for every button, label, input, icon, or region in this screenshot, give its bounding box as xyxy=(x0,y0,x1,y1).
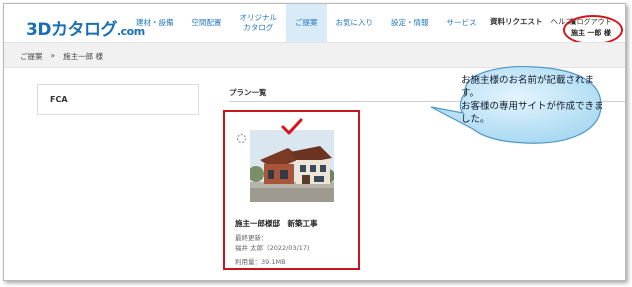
nav-favorites[interactable]: お気に入り xyxy=(327,4,383,42)
plan-list-title: プラン一覧 xyxy=(229,88,267,97)
plan-thumbnail[interactable] xyxy=(250,130,334,202)
breadcrumb: ご提案 » 施主一郎 様 xyxy=(20,51,103,62)
checkmark-icon xyxy=(281,118,303,135)
nav-services[interactable]: サービス xyxy=(438,4,486,42)
plan-updated-label: 最終更新： xyxy=(235,234,268,242)
screenshot-frame: 3Dカタログ.com 建材・設備 空間配置 オリジナル カタログ ご提案 お気に… xyxy=(3,3,626,281)
nav-space-layout[interactable]: 空間配置 xyxy=(183,4,231,42)
house-image xyxy=(250,130,334,202)
breadcrumb-separator: » xyxy=(50,51,56,60)
plan-name[interactable]: 施主一郎様邸 新築工事 xyxy=(235,218,318,229)
annotation-user-circle xyxy=(563,15,623,45)
plan-usage: 利用量：39.1MB xyxy=(235,258,286,266)
callout-text: お施主様のお名前が記載されます。 お客様の専用サイトが作成できました。 xyxy=(461,75,604,125)
main-nav: 建材・設備 空間配置 オリジナル カタログ ご提案 お気に入り 設定・情報 サー… xyxy=(127,4,486,42)
top-header: 3Dカタログ.com 建材・設備 空間配置 オリジナル カタログ ご提案 お気に… xyxy=(4,4,625,45)
plan-updated-value: 福井 太郎（2022/03/17) xyxy=(235,244,310,252)
sidebar-panel[interactable]: FCA xyxy=(37,84,199,115)
loading-icon xyxy=(236,133,247,144)
logo-main: 3Dカタログ xyxy=(26,20,117,40)
nav-original-catalog[interactable]: オリジナル カタログ xyxy=(231,4,287,42)
breadcrumb-proposal[interactable]: ご提案 xyxy=(20,51,43,62)
request-link[interactable]: 資料リクエスト xyxy=(490,16,543,27)
nav-settings[interactable]: 設定・情報 xyxy=(382,4,438,42)
nav-proposal[interactable]: ご提案 xyxy=(286,4,327,42)
breadcrumb-current: 施主一郎 様 xyxy=(63,52,103,61)
header-links: 資料リクエスト ヘルプ xyxy=(490,16,573,27)
sidebar-label: FCA xyxy=(50,95,68,104)
nav-building-materials[interactable]: 建材・設備 xyxy=(127,4,183,42)
